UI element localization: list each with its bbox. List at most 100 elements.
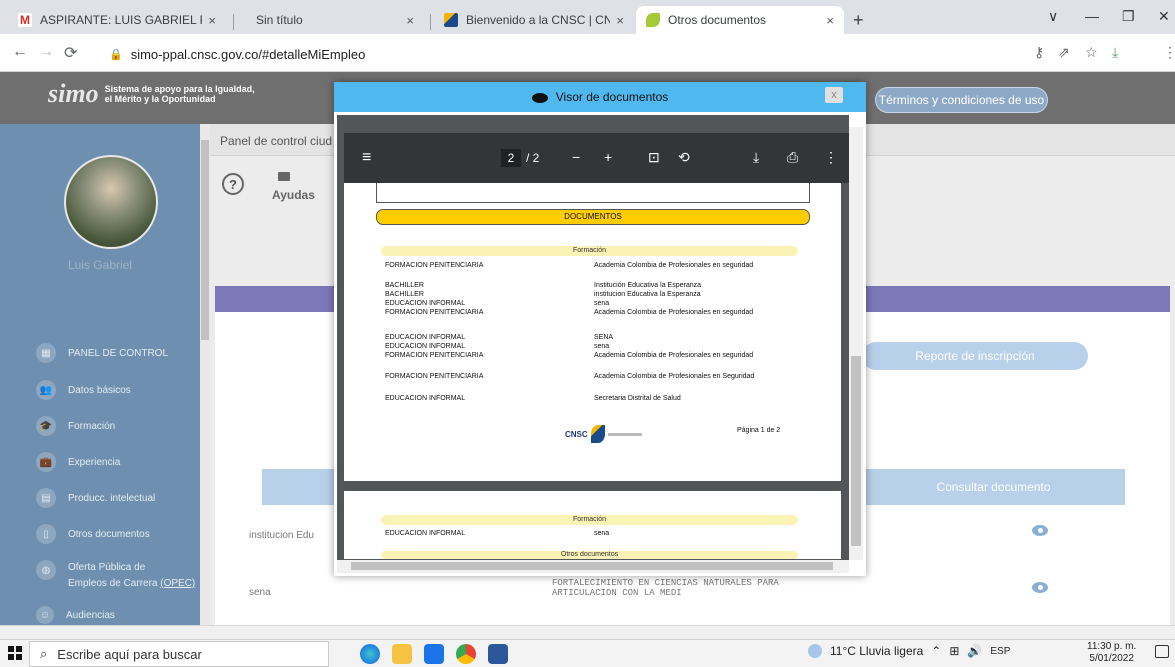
pdf-download-icon[interactable]: ⤓ bbox=[753, 149, 759, 166]
chrome-icon[interactable] bbox=[456, 644, 476, 664]
sidebar-item-otros[interactable]: ▯ Otros documentos bbox=[36, 524, 150, 544]
tab-search-icon[interactable]: ∨ bbox=[1048, 8, 1058, 25]
table-cell-text: ARTICULACION CON LA MEDI bbox=[552, 588, 682, 598]
sidebar-item-formacion[interactable]: 🎓 Formación bbox=[36, 416, 115, 436]
back-icon[interactable]: ← bbox=[12, 43, 28, 61]
tab-sin-titulo[interactable]: Sin título × bbox=[246, 6, 424, 34]
view-document-icon[interactable] bbox=[1032, 525, 1048, 536]
start-tile bbox=[16, 646, 22, 652]
sidebar-item-panel[interactable]: ▦ PANEL DE CONTROL bbox=[36, 343, 168, 363]
ayudas-link[interactable]: Ayudas bbox=[272, 188, 315, 202]
close-window-button[interactable]: ✕ bbox=[1158, 8, 1170, 25]
eye-icon bbox=[531, 92, 548, 103]
tab-separator bbox=[430, 14, 431, 30]
clock-date: 5/01/2022 bbox=[1089, 653, 1134, 664]
pdf-toolbar bbox=[344, 133, 850, 183]
weather-text[interactable]: 11°C Lluvia ligera bbox=[830, 644, 923, 658]
tab-otros-documentos[interactable]: Otros documentos × bbox=[636, 6, 844, 34]
tab-cnsc[interactable]: Bienvenido a la CNSC | CNSC × bbox=[434, 6, 634, 34]
sidebar-item-label: Otros documentos bbox=[68, 528, 150, 540]
table-cell-text: FORTALECIMIENTO EN CIENCIAS NATURALES PA… bbox=[552, 578, 779, 588]
book-icon: ▤ bbox=[36, 488, 56, 508]
file-explorer-icon[interactable] bbox=[392, 644, 412, 664]
pdf-page-input[interactable]: 2 bbox=[501, 149, 521, 167]
system-tray: 11°C Lluvia ligera ⌃ ⊞ 🔊 ESP bbox=[808, 644, 1010, 658]
mail-icon[interactable] bbox=[424, 644, 444, 664]
pdf-scroll-thumb[interactable] bbox=[851, 356, 861, 546]
sidebar-item-opec[interactable]: ◍ Oferta Pública de Empleos de Carrera (… bbox=[36, 560, 195, 592]
sidebar-item-produccion[interactable]: ▤ Producc. intelectual bbox=[36, 488, 155, 508]
simo-logo[interactable]: simo Sistema de apoyo para la Igualdad, … bbox=[48, 79, 255, 109]
sidebar-item-audiencias[interactable]: ☺ Audiencias bbox=[36, 606, 115, 624]
tab-aspirante[interactable]: M ASPIRANTE: LUIS GABRIEL PEREZ × bbox=[8, 6, 226, 34]
network-icon[interactable]: ⊞ bbox=[949, 644, 959, 658]
start-tile bbox=[16, 654, 22, 660]
user-name: Luis Gabriel bbox=[67, 258, 133, 272]
windows-start-icon[interactable] bbox=[8, 646, 22, 660]
language-indicator[interactable]: ESP bbox=[990, 646, 1010, 657]
tab-close-icon[interactable]: × bbox=[616, 13, 624, 28]
fit-page-icon[interactable]: ⊡ bbox=[648, 149, 660, 166]
key-icon[interactable]: ⚷ bbox=[1034, 44, 1044, 61]
menu-icon[interactable]: ⋮ bbox=[1163, 44, 1175, 61]
word-icon[interactable] bbox=[488, 644, 508, 664]
sidebar-item-datos[interactable]: 👥 Datos básicos bbox=[36, 380, 131, 400]
view-document-icon[interactable] bbox=[1032, 582, 1048, 593]
pdf-more-icon[interactable]: ⋮ bbox=[824, 149, 838, 166]
cnsc-icon bbox=[444, 13, 458, 27]
pdf-entry-institution: institucion Educativa la Esperanza bbox=[594, 291, 701, 298]
pdf-menu-icon[interactable]: ≡ bbox=[362, 149, 371, 167]
edge-icon[interactable] bbox=[360, 644, 380, 664]
logo-tagline-2: el Mérito y la Oportunidad bbox=[104, 94, 216, 104]
pdf-hscroll-thumb[interactable] bbox=[351, 562, 833, 570]
video-icon[interactable] bbox=[278, 172, 290, 181]
star-icon[interactable]: ☆ bbox=[1085, 44, 1098, 61]
share-icon[interactable]: ⇗ bbox=[1058, 44, 1070, 61]
minimize-button[interactable]: — bbox=[1085, 8, 1099, 24]
leaf-icon bbox=[646, 13, 660, 27]
pdf-entry-institution: Secretaria Distrital de Salud bbox=[594, 395, 681, 402]
pdf-section-otros: Otros documentos bbox=[381, 551, 798, 559]
pdf-entry-type: FORMACION PENITENCIARIA bbox=[385, 262, 484, 269]
terms-button[interactable]: Términos y condiciones de uso bbox=[875, 87, 1048, 113]
zoom-out-icon[interactable]: − bbox=[572, 149, 580, 165]
pdf-entry-institution: SENA bbox=[594, 334, 614, 341]
zoom-in-icon[interactable]: + bbox=[604, 149, 612, 165]
pdf-entry-type: BACHILLER bbox=[385, 291, 424, 298]
report-button[interactable]: Reporte de inscripción bbox=[862, 342, 1088, 370]
tab-close-icon[interactable]: × bbox=[826, 13, 834, 28]
tab-close-icon[interactable]: × bbox=[208, 13, 216, 28]
cnsc-logo-text: CNSC bbox=[565, 429, 588, 439]
modal-title-text: Visor de documentos bbox=[555, 90, 669, 104]
reload-icon[interactable]: ⟳ bbox=[64, 43, 77, 63]
download-icon[interactable]: ⤓ bbox=[1112, 44, 1118, 61]
sidebar-item-experiencia[interactable]: 💼 Experiencia bbox=[36, 452, 120, 472]
tab-close-icon[interactable]: × bbox=[406, 13, 414, 28]
cnsc-logo-lines bbox=[607, 432, 642, 436]
url-field[interactable]: 🔒 simo-ppal.cnsc.gov.co/#detalleMiEmpleo bbox=[109, 40, 1019, 68]
forward-icon[interactable]: → bbox=[38, 43, 54, 61]
pdf-page-2 bbox=[344, 491, 841, 559]
sidebar-scroll-thumb[interactable] bbox=[201, 140, 209, 340]
help-icon[interactable]: ? bbox=[222, 173, 244, 195]
pdf-entry-type: EDUCACION INFORMAL bbox=[385, 395, 466, 402]
restore-button[interactable]: ❐ bbox=[1122, 8, 1135, 25]
new-tab-button[interactable]: + bbox=[853, 10, 864, 31]
clock[interactable]: 11:30 p. m. 5/01/2022 bbox=[1087, 641, 1136, 665]
taskbar-search[interactable]: ⌕ Escribe aquí para buscar bbox=[29, 641, 329, 667]
sidebar-item-label: PANEL DE CONTROL bbox=[68, 347, 169, 359]
taskbar-search-text: Escribe aquí para buscar bbox=[57, 646, 202, 662]
audience-icon: ☺ bbox=[36, 606, 54, 624]
start-tile bbox=[8, 646, 14, 652]
notifications-icon[interactable] bbox=[1155, 645, 1169, 658]
pdf-entry-institution: sena bbox=[594, 343, 610, 350]
avatar bbox=[64, 155, 158, 249]
volume-icon[interactable]: 🔊 bbox=[967, 644, 982, 658]
page-horizontal-scrollbar[interactable] bbox=[0, 625, 1175, 639]
modal-close-button[interactable]: x bbox=[825, 87, 843, 103]
people-icon: 👥 bbox=[36, 380, 56, 400]
rotate-icon[interactable]: ⟲ bbox=[678, 149, 690, 166]
lock-icon: 🔒 bbox=[109, 48, 123, 61]
print-icon[interactable]: ⎙ bbox=[787, 149, 798, 166]
chevron-up-icon[interactable]: ⌃ bbox=[931, 644, 941, 658]
